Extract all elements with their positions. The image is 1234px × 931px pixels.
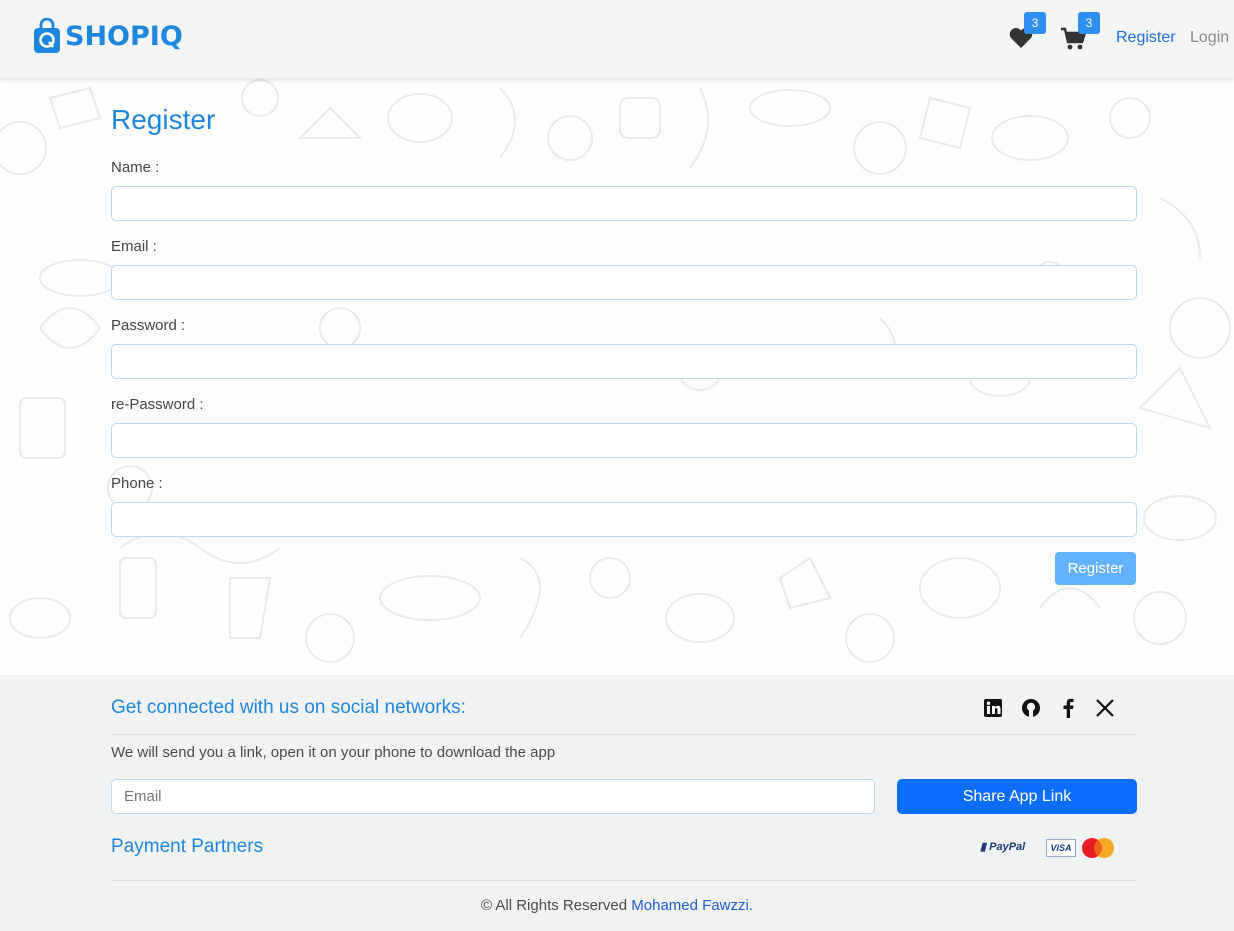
wishlist-count-badge: 3 — [1024, 12, 1046, 34]
visa-label: VISA — [1050, 843, 1072, 853]
email-label: Email : — [111, 238, 157, 255]
visa-logo: VISA — [1046, 839, 1076, 857]
password-input[interactable] — [111, 344, 1137, 379]
github-icon[interactable] — [1020, 697, 1042, 719]
phone-label: Phone : — [111, 475, 163, 492]
name-label: Name : — [111, 159, 160, 176]
copyright-text: © All Rights Reserved — [480, 897, 628, 914]
facebook-icon[interactable] — [1057, 697, 1079, 719]
shopping-bag-icon — [34, 18, 60, 53]
footer: Get connected with us on social networks… — [0, 675, 1234, 931]
brand-name: SHOPIQ — [65, 20, 183, 52]
page-title: Register — [111, 104, 216, 135]
footer-divider — [111, 734, 1137, 735]
payment-partners-heading: Payment Partners — [111, 836, 264, 857]
name-input[interactable] — [111, 186, 1137, 221]
register-submit-button[interactable]: Register — [1055, 552, 1136, 585]
paypal-logo: ▮ PayPal — [980, 841, 1026, 853]
email-input[interactable] — [111, 265, 1137, 300]
linkedin-icon[interactable] — [982, 697, 1004, 719]
app-download-text: We will send you a link, open it on your… — [111, 744, 556, 761]
copyright: © All Rights Reserved Mohamed Fawzzi. — [0, 897, 1234, 914]
repassword-label: re-Password : — [111, 396, 204, 413]
footer-bottom-divider — [111, 880, 1137, 881]
password-label: Password : — [111, 317, 186, 334]
brand-logo[interactable]: SHOPIQ — [32, 16, 183, 56]
mastercard-logo — [1080, 837, 1116, 859]
author-link[interactable]: Mohamed Fawzzi. — [631, 897, 753, 914]
register-section: Register Name : Email : Password : re-Pa… — [0, 78, 1234, 675]
share-app-link-button[interactable]: Share App Link — [897, 779, 1137, 814]
nav-register-link[interactable]: Register — [1116, 29, 1176, 47]
share-email-input[interactable] — [111, 779, 875, 814]
repassword-input[interactable] — [111, 423, 1137, 458]
paypal-label: PayPal — [989, 841, 1026, 853]
nav-login-link[interactable]: Login — [1190, 29, 1229, 47]
cart-count-badge: 3 — [1078, 12, 1100, 34]
navbar: SHOPIQ 3 3 Register Login — [0, 0, 1234, 78]
phone-input[interactable] — [111, 502, 1137, 537]
x-icon[interactable] — [1094, 697, 1116, 719]
social-heading: Get connected with us on social networks… — [111, 697, 466, 718]
